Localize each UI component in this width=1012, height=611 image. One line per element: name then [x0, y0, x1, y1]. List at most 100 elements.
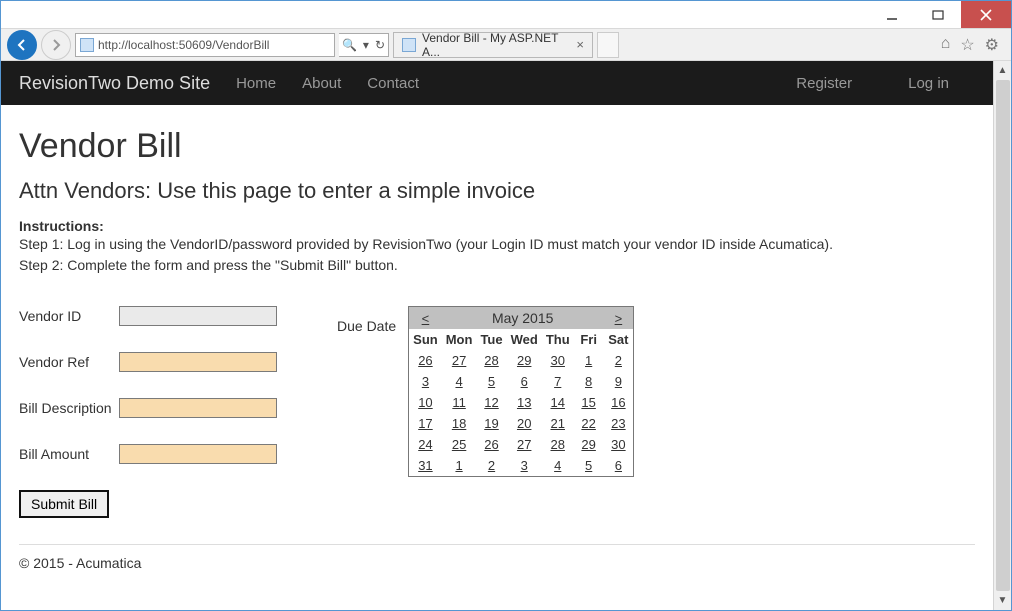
window-close-button[interactable]: [961, 1, 1011, 28]
favorites-icon[interactable]: ☆: [960, 35, 974, 55]
calendar-day[interactable]: 3: [507, 455, 542, 477]
page-body: Vendor Bill Attn Vendors: Use this page …: [1, 105, 993, 581]
calendar-day[interactable]: 22: [574, 413, 604, 434]
calendar-day[interactable]: 18: [442, 413, 477, 434]
calendar-day[interactable]: 27: [442, 350, 477, 371]
calendar-day[interactable]: 6: [507, 371, 542, 392]
vendor-id-label: Vendor ID: [19, 308, 119, 324]
calendar-day[interactable]: 4: [542, 455, 574, 477]
calendar-day[interactable]: 19: [476, 413, 506, 434]
calendar-day[interactable]: 23: [604, 413, 634, 434]
calendar-day[interactable]: 20: [507, 413, 542, 434]
tab-favicon-icon: [402, 38, 416, 52]
calendar-day[interactable]: 2: [476, 455, 506, 477]
calendar-day[interactable]: 27: [507, 434, 542, 455]
page-viewport: RevisionTwo Demo Site Home About Contact…: [1, 61, 993, 610]
nav-link-login[interactable]: Log in: [908, 75, 949, 92]
calendar-day[interactable]: 13: [507, 392, 542, 413]
browser-toolbar: http://localhost:50609/VendorBill 🔍 ▾ ↻ …: [1, 29, 1011, 61]
dow-thu: Thu: [542, 329, 574, 350]
calendar-day[interactable]: 31: [409, 455, 442, 477]
calendar-day[interactable]: 30: [542, 350, 574, 371]
calendar-day[interactable]: 21: [542, 413, 574, 434]
calendar-day[interactable]: 16: [604, 392, 634, 413]
calendar-day[interactable]: 4: [442, 371, 477, 392]
scroll-up-icon[interactable]: ▲: [998, 61, 1008, 80]
address-bar[interactable]: http://localhost:50609/VendorBill: [75, 33, 335, 57]
nav-link-contact[interactable]: Contact: [367, 75, 419, 92]
calendar-day[interactable]: 2: [604, 350, 634, 371]
form-area: Vendor ID Vendor Ref Bill Description: [19, 306, 975, 518]
calendar-day[interactable]: 28: [476, 350, 506, 371]
calendar-week: 262728293012: [409, 350, 634, 371]
url-text: http://localhost:50609/VendorBill: [98, 38, 269, 52]
nav-link-about[interactable]: About: [302, 75, 341, 92]
calendar-week: 3456789: [409, 371, 634, 392]
calendar-day[interactable]: 26: [409, 350, 442, 371]
calendar-day[interactable]: 28: [542, 434, 574, 455]
new-tab-button[interactable]: [597, 32, 619, 58]
calendar-day[interactable]: 15: [574, 392, 604, 413]
browser-tab[interactable]: Vendor Bill - My ASP.NET A... ×: [393, 32, 593, 58]
calendar-day[interactable]: 12: [476, 392, 506, 413]
forward-button[interactable]: [41, 30, 71, 60]
instructions-heading: Instructions:: [19, 218, 975, 234]
page-title: Vendor Bill: [19, 127, 975, 166]
home-icon[interactable]: ⌂: [941, 35, 951, 55]
window-titlebar: [1, 1, 1011, 29]
window-minimize-button[interactable]: [869, 1, 915, 28]
calendar-day[interactable]: 3: [409, 371, 442, 392]
vertical-scrollbar[interactable]: ▲ ▼: [993, 61, 1011, 610]
calendar-day[interactable]: 5: [476, 371, 506, 392]
page-footer: © 2015 - Acumatica: [19, 544, 975, 571]
calendar-day[interactable]: 25: [442, 434, 477, 455]
calendar-prev-button[interactable]: <: [409, 307, 442, 330]
calendar-day[interactable]: 6: [604, 455, 634, 477]
calendar-week: 10111213141516: [409, 392, 634, 413]
calendar-day[interactable]: 30: [604, 434, 634, 455]
calendar-next-button[interactable]: >: [604, 307, 634, 330]
nav-link-home[interactable]: Home: [236, 75, 276, 92]
calendar-day[interactable]: 1: [574, 350, 604, 371]
calendar-day[interactable]: 8: [574, 371, 604, 392]
scroll-thumb[interactable]: [996, 80, 1010, 591]
vendor-id-input[interactable]: [119, 306, 277, 326]
bill-amount-label: Bill Amount: [19, 446, 119, 462]
submit-bill-button[interactable]: Submit Bill: [19, 490, 109, 518]
scroll-down-icon[interactable]: ▼: [998, 591, 1008, 610]
calendar-day[interactable]: 10: [409, 392, 442, 413]
window-maximize-button[interactable]: [915, 1, 961, 28]
calendar-body: 2627282930123456789101112131415161718192…: [409, 350, 634, 477]
site-navbar: RevisionTwo Demo Site Home About Contact…: [1, 61, 993, 105]
calendar-day[interactable]: 11: [442, 392, 477, 413]
settings-gear-icon[interactable]: ⚙: [985, 35, 999, 55]
calendar-week: 24252627282930: [409, 434, 634, 455]
bill-amount-input[interactable]: [119, 444, 277, 464]
calendar-day[interactable]: 17: [409, 413, 442, 434]
calendar-day[interactable]: 14: [542, 392, 574, 413]
calendar-day[interactable]: 5: [574, 455, 604, 477]
page-subtitle: Attn Vendors: Use this page to enter a s…: [19, 178, 975, 204]
calendar-day[interactable]: 7: [542, 371, 574, 392]
calendar-day[interactable]: 29: [507, 350, 542, 371]
site-icon: [80, 38, 94, 52]
browser-window: http://localhost:50609/VendorBill 🔍 ▾ ↻ …: [0, 0, 1012, 611]
vendor-ref-input[interactable]: [119, 352, 277, 372]
calendar-day[interactable]: 9: [604, 371, 634, 392]
dow-wed: Wed: [507, 329, 542, 350]
bill-description-label: Bill Description: [19, 400, 119, 416]
search-refresh-box[interactable]: 🔍 ▾ ↻: [339, 33, 389, 57]
tab-close-icon[interactable]: ×: [576, 37, 584, 52]
back-button[interactable]: [7, 30, 37, 60]
dow-fri: Fri: [574, 329, 604, 350]
calendar-day[interactable]: 24: [409, 434, 442, 455]
dropdown-icon: ▾: [363, 38, 369, 52]
site-brand[interactable]: RevisionTwo Demo Site: [19, 73, 210, 94]
bill-description-input[interactable]: [119, 398, 277, 418]
dow-sat: Sat: [604, 329, 634, 350]
calendar-day[interactable]: 29: [574, 434, 604, 455]
calendar-day[interactable]: 1: [442, 455, 477, 477]
nav-link-register[interactable]: Register: [796, 75, 852, 92]
search-icon: 🔍: [342, 38, 357, 52]
calendar-day[interactable]: 26: [476, 434, 506, 455]
